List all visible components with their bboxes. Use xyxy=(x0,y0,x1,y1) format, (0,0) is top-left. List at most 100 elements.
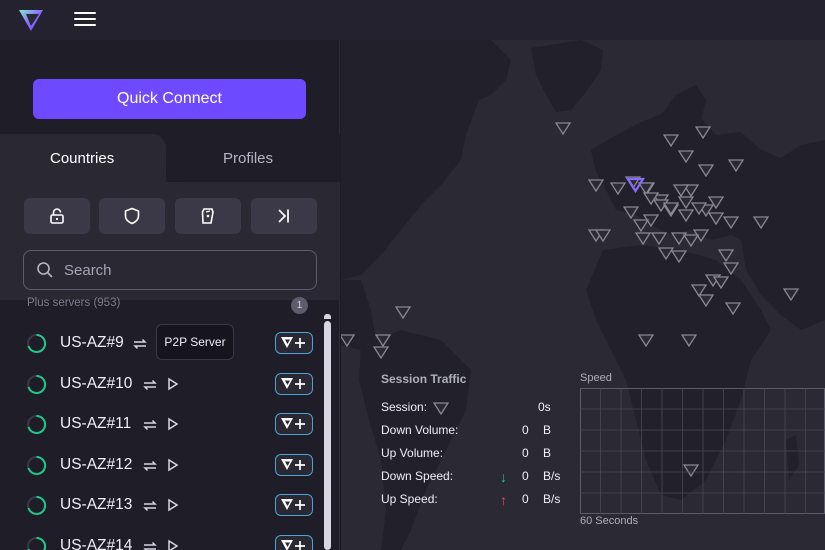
list-header: Plus servers (953) xyxy=(27,297,121,309)
stat-up-speed: Up Speed: ↑ 0 B/s xyxy=(381,492,571,510)
server-marker[interactable] xyxy=(682,234,700,248)
p2p-icon xyxy=(143,419,157,431)
speed-title: Speed xyxy=(580,372,612,384)
app-window: Quick Connect Countries Profiles Search … xyxy=(0,0,825,550)
server-row[interactable]: US-AZ#12 xyxy=(0,446,320,486)
stat-down-speed-value: 0 xyxy=(522,469,529,483)
filter-p2p-exit-button[interactable] xyxy=(251,198,317,234)
stat-session: Session: 0s xyxy=(381,400,571,418)
proton-vpn-logo-icon xyxy=(19,10,43,31)
tab-bar: Countries Profiles xyxy=(0,134,340,182)
lock-icon xyxy=(50,208,64,224)
server-row[interactable]: US-AZ#14 xyxy=(0,527,320,550)
session-traffic-panel: Session Traffic Session: 0s Down Volume:… xyxy=(381,372,571,512)
server-row[interactable]: US-AZ#10 xyxy=(0,365,320,405)
server-marker[interactable] xyxy=(554,122,572,136)
stat-up-volume: Up Volume: 0 B xyxy=(381,446,571,464)
p2p-icon xyxy=(143,379,157,390)
server-name: US-AZ#12 xyxy=(60,455,133,473)
connect-button[interactable] xyxy=(275,453,313,476)
speed-footer: 60 Seconds xyxy=(580,515,639,527)
p2p-icon xyxy=(143,460,157,471)
top-bar xyxy=(0,0,825,40)
p2p-exit-icon xyxy=(278,209,289,223)
connect-button[interactable] xyxy=(275,332,313,354)
p2p-icon xyxy=(143,500,157,512)
stat-down-speed: Down Speed: ↓ 0 B/s xyxy=(381,469,571,487)
tor-icon xyxy=(168,377,179,390)
speed-grid xyxy=(580,388,825,514)
tor-icon xyxy=(168,458,179,471)
search-icon xyxy=(37,262,53,278)
server-marker[interactable] xyxy=(634,232,652,246)
tab-profiles-label: Profiles xyxy=(223,150,274,167)
server-marker[interactable] xyxy=(650,232,668,246)
stat-down-speed-label: Down Speed: xyxy=(381,469,454,483)
proton-plus-icon xyxy=(281,539,305,550)
server-marker[interactable] xyxy=(717,249,735,263)
server-name: US-AZ#14 xyxy=(60,536,133,550)
stat-up-volume-unit: B xyxy=(543,446,552,460)
shield-icon xyxy=(124,207,140,225)
server-row[interactable]: US-AZ#11 xyxy=(0,405,320,445)
server-load-icon xyxy=(27,455,47,475)
stat-up-volume-value: 0 xyxy=(522,446,529,460)
connect-button[interactable] xyxy=(275,534,313,550)
connect-button[interactable] xyxy=(275,494,313,516)
proton-plus-icon xyxy=(281,377,305,389)
server-name: US-AZ#11 xyxy=(60,415,132,432)
quick-connect-button[interactable]: Quick Connect xyxy=(33,79,306,119)
sidebar: Quick Connect Countries Profiles Search … xyxy=(0,40,340,550)
search-input[interactable] xyxy=(64,259,304,281)
proton-plus-icon xyxy=(281,499,305,510)
tab-profiles[interactable]: Profiles xyxy=(166,134,340,182)
stat-down-speed-unit: B/s xyxy=(543,469,561,483)
server-row[interactable]: US-AZ#13 xyxy=(0,486,320,526)
server-name: US-AZ#13 xyxy=(60,496,133,513)
speed-graph: Speed 60 Seconds xyxy=(580,372,825,532)
down-arrow-icon: ↓ xyxy=(500,469,507,485)
tab-countries-label: Countries xyxy=(50,150,115,167)
proton-plus-icon xyxy=(281,337,305,348)
stat-down-volume-label: Down Volume: xyxy=(381,423,459,437)
tab-countries[interactable]: Countries xyxy=(0,134,166,182)
list-count-badge: 1 xyxy=(291,297,308,314)
hamburger-menu-icon[interactable] xyxy=(72,8,98,30)
stat-up-speed-unit: B/s xyxy=(543,492,561,506)
p2p-icon xyxy=(143,541,157,550)
proton-plus-icon xyxy=(281,418,305,429)
tor-icon xyxy=(168,417,179,431)
server-name: US-AZ#10 xyxy=(60,374,133,392)
filter-lock-button[interactable] xyxy=(24,198,90,234)
server-load-icon xyxy=(27,414,47,434)
p2p-icon xyxy=(133,338,147,350)
server-marker[interactable] xyxy=(394,306,412,320)
server-load-icon xyxy=(27,333,47,353)
secure-core-icon xyxy=(201,208,214,224)
stat-up-volume-label: Up Volume: xyxy=(381,446,444,460)
server-marker[interactable] xyxy=(632,219,650,233)
connect-button[interactable] xyxy=(275,413,313,435)
stat-up-speed-label: Up Speed: xyxy=(381,492,438,506)
server-marker[interactable] xyxy=(587,179,605,193)
stat-down-volume: Down Volume: 0 B xyxy=(381,423,571,441)
filter-row xyxy=(24,198,317,234)
stat-down-volume-unit: B xyxy=(543,423,552,437)
server-load-icon xyxy=(27,374,47,394)
stat-session-label: Session: xyxy=(381,400,428,414)
scrollbar-thumb[interactable] xyxy=(324,321,331,550)
filter-panel xyxy=(0,182,340,300)
search-box[interactable] xyxy=(23,250,317,290)
scrollbar-up-arrow[interactable] xyxy=(324,314,331,319)
stat-session-value: 0s xyxy=(538,400,551,414)
tor-icon xyxy=(168,498,179,512)
filter-secure-core-button[interactable] xyxy=(175,198,241,234)
stat-down-volume-value: 0 xyxy=(522,423,529,437)
server-load-icon xyxy=(27,536,47,550)
connect-button[interactable] xyxy=(275,372,313,395)
p2p-tooltip: P2P Server xyxy=(156,324,234,360)
server-load-icon xyxy=(27,495,47,515)
filter-shield-button[interactable] xyxy=(99,198,165,234)
server-name: US-AZ#9 xyxy=(60,334,124,351)
proton-plus-icon xyxy=(281,458,305,470)
